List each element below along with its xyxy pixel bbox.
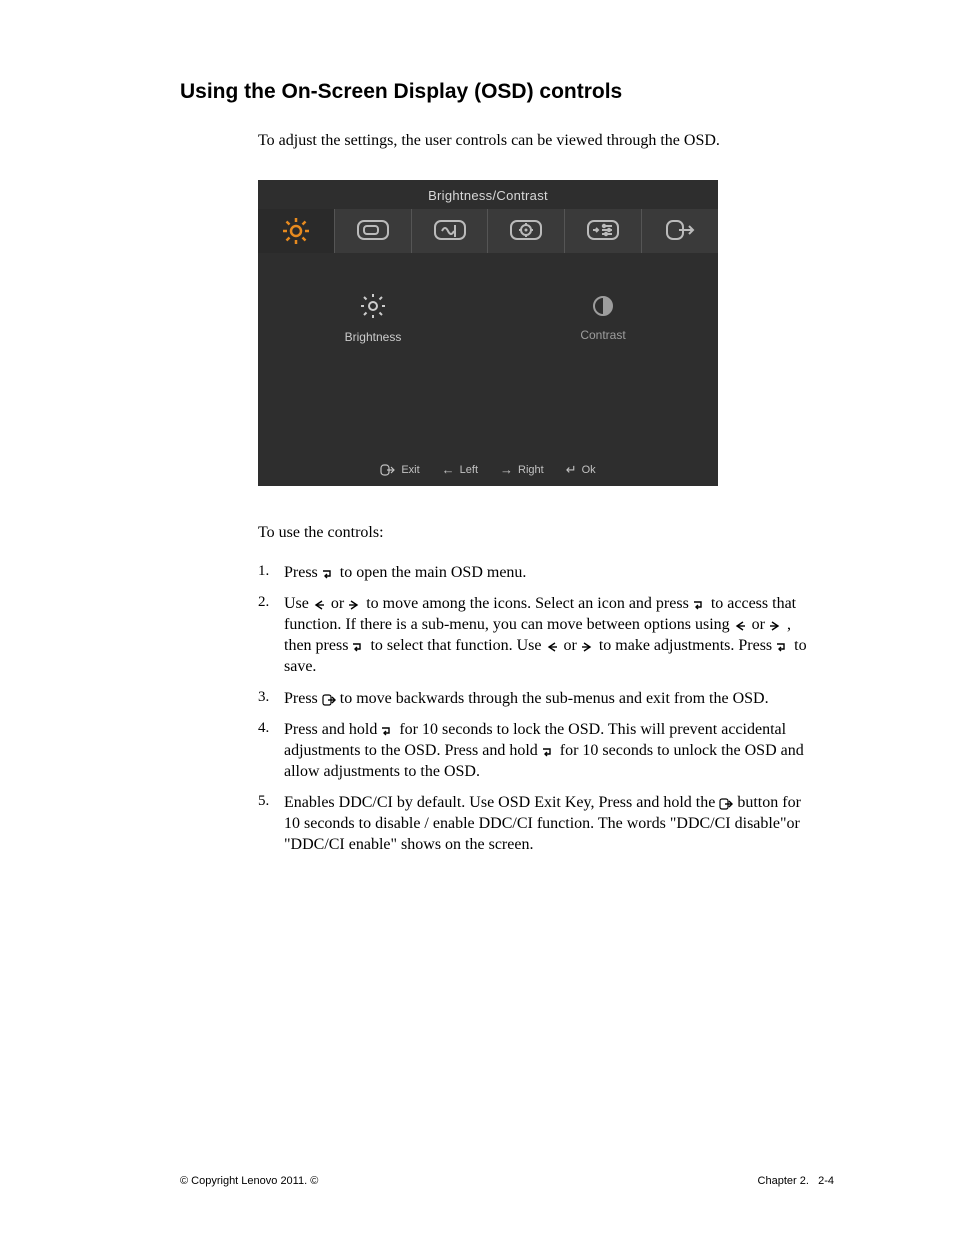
footer-exit: Exit [380,464,419,476]
exit-small-icon [380,464,396,476]
step-item: 4.Press and hold for 10 seconds to lock … [258,719,820,782]
brightness-icon [359,292,387,320]
options-tab[interactable] [565,209,642,253]
enter-icon [542,746,556,758]
step-body: Press and hold for 10 seconds to lock th… [284,719,820,782]
step-item: 1.Press to open the main OSD menu. [258,562,820,583]
osd-brightness-col[interactable]: Brightness [258,253,488,383]
left-icon [546,641,560,653]
footer-left-label: Left [460,464,478,476]
osd-contrast-col[interactable]: Contrast [488,253,718,383]
step-item: 5.Enables DDC/CI by default. Use OSD Exi… [258,792,820,855]
contrast-label: Contrast [580,328,625,342]
enter-icon [381,725,395,737]
left-icon [313,599,327,611]
contrast-icon [591,294,615,318]
step-body: Enables DDC/CI by default. Use OSD Exit … [284,792,820,855]
monitor-icon [356,219,390,243]
footer-right: → Right [500,463,544,476]
osd-panel: Brightness/Contrast [258,180,718,486]
page-footer: © Copyright Lenovo 2011. © Chapter 2. 2-… [180,1175,834,1187]
chapter-page: Chapter 2. 2-4 [758,1175,834,1187]
steps-list: 1.Press to open the main OSD menu.2.Use … [258,562,820,855]
step-item: 2.Use or to move among the icons. Select… [258,593,820,677]
osd-title: Brightness/Contrast [258,180,718,209]
enter-arrow-icon: ↵ [566,463,577,476]
footer-ok-label: Ok [582,464,596,476]
step-number: 2. [258,593,284,677]
copyright-text: © Copyright Lenovo 2011. © [180,1175,318,1187]
osd-body: Brightness Contrast [258,253,718,383]
exit-tab[interactable] [642,209,718,253]
right-icon [581,641,595,653]
step-body: Use or to move among the icons. Select a… [284,593,820,677]
exit-icon [322,694,336,706]
right-icon [348,599,362,611]
intro-text: To adjust the settings, the user control… [258,132,778,150]
enter-icon [693,599,707,611]
brightness-contrast-tab[interactable] [258,209,335,253]
step-body: Press to move backwards through the sub-… [284,688,820,709]
monitor-signal-icon [433,219,467,243]
step-number: 5. [258,792,284,855]
right-icon [769,620,783,632]
step-number: 3. [258,688,284,709]
brightness-label: Brightness [345,330,402,344]
right-arrow-icon: → [500,463,513,476]
enter-icon [322,568,336,580]
left-icon [734,620,748,632]
page-number: 2-4 [818,1175,834,1187]
monitor-gear-icon [509,219,543,243]
footer-left: ← Left [442,463,478,476]
exit-icon [663,219,697,243]
footer-right-label: Right [518,464,544,476]
page-heading: Using the On-Screen Display (OSD) contro… [180,80,954,104]
footer-exit-label: Exit [401,464,419,476]
osd-footer: Exit ← Left → Right ↵ Ok [258,453,718,486]
step-item: 3.Press to move backwards through the su… [258,688,820,709]
osd-tab-row [258,209,718,253]
footer-ok: ↵ Ok [566,463,596,476]
image-setup-tab[interactable] [412,209,489,253]
image-properties-tab[interactable] [488,209,565,253]
step-number: 1. [258,562,284,583]
step-number: 4. [258,719,284,782]
options-icon [586,219,620,243]
left-arrow-icon: ← [442,463,455,476]
chapter-label: Chapter 2. [758,1175,809,1187]
step-body: Press to open the main OSD menu. [284,562,820,583]
enter-icon [352,641,366,653]
image-position-tab[interactable] [335,209,412,253]
sun-icon [281,216,311,246]
lead-text: To use the controls: [258,524,954,542]
enter-icon [776,641,790,653]
exit-icon [719,798,733,810]
